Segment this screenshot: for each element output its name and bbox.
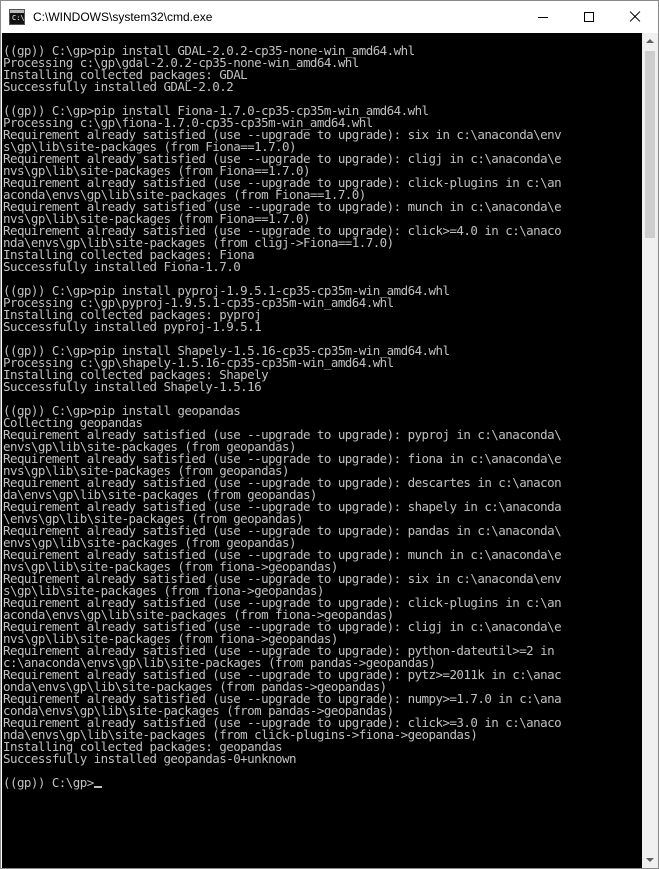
minimize-icon	[538, 17, 548, 18]
console-line: Successfully installed pyproj-1.9.5.1	[3, 319, 262, 334]
console-lines: ((gp)) C:\gp>pip install GDAL-2.0.2-cp35…	[3, 43, 562, 766]
console-line: Successfully installed GDAL-2.0.2	[3, 79, 234, 94]
cmd-icon[interactable]: C:\	[9, 9, 25, 25]
minimize-button[interactable]	[520, 1, 566, 33]
maximize-button[interactable]	[566, 1, 612, 33]
console-text: ((gp)) C:\gp>pip install GDAL-2.0.2-cp35…	[2, 33, 642, 789]
close-button[interactable]	[612, 1, 658, 33]
scrollbar-thumb[interactable]	[645, 51, 655, 238]
console-prompt: ((gp)) C:\gp>	[3, 775, 94, 790]
text-cursor	[93, 786, 102, 788]
vertical-scrollbar[interactable]	[642, 33, 658, 868]
console-line: Successfully installed Fiona-1.7.0	[3, 259, 241, 274]
title-bar[interactable]: C:\ C:\WINDOWS\system32\cmd.exe	[1, 1, 658, 33]
window-title: C:\WINDOWS\system32\cmd.exe	[33, 10, 213, 24]
cmd-window: C:\ C:\WINDOWS\system32\cmd.exe ((gp)) C…	[0, 0, 659, 869]
scroll-up-arrow-icon[interactable]	[642, 33, 658, 50]
console-output[interactable]: ((gp)) C:\gp>pip install GDAL-2.0.2-cp35…	[2, 33, 642, 868]
console-line: Successfully installed Shapely-1.5.16	[3, 379, 262, 394]
console-line: Successfully installed geopandas-0+unkno…	[3, 751, 297, 766]
maximize-icon	[584, 12, 594, 22]
scroll-down-arrow-icon[interactable]	[642, 851, 658, 868]
cmd-icon-bar	[10, 10, 24, 13]
close-icon	[629, 11, 641, 23]
cmd-icon-prompt: C:\	[12, 14, 25, 22]
